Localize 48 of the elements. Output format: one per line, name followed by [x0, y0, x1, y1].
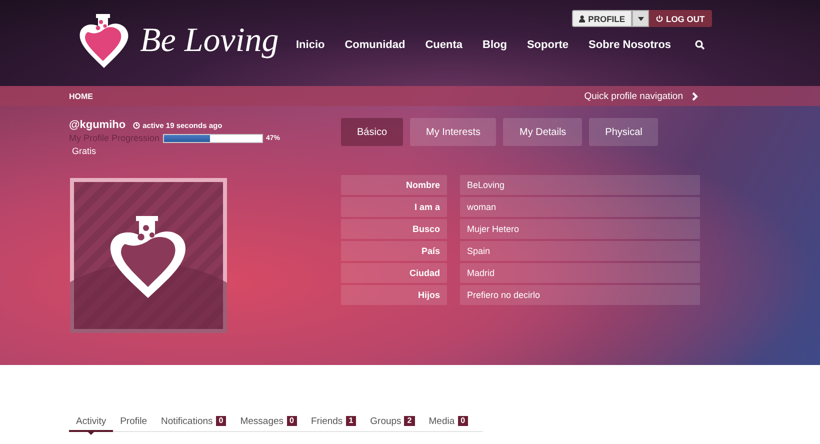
person-icon	[579, 14, 586, 22]
quick-nav-link[interactable]: Quick profile navigation	[584, 90, 698, 102]
count-badge: 0	[286, 416, 297, 426]
field-label: País	[341, 241, 447, 261]
count-badge: 0	[216, 416, 226, 426]
count-badge: 2	[404, 416, 415, 426]
field-value: Mujer Hetero	[460, 219, 700, 239]
profile-section-tab[interactable]: Friends 1	[304, 411, 364, 431]
field-label: Nombre	[341, 175, 447, 195]
profile-section-tab[interactable]: Groups 2	[363, 411, 422, 431]
field-value: BeLoving	[460, 175, 700, 195]
profile-section-tab[interactable]: Profile	[113, 411, 154, 431]
dropdown-button[interactable]	[632, 10, 649, 27]
section-tab[interactable]: Básico	[341, 118, 404, 146]
nav-link[interactable]: Blog	[482, 39, 507, 51]
nav-link[interactable]: Cuenta	[425, 39, 463, 51]
field-label: I am a	[341, 197, 447, 217]
field-value: Madrid	[460, 263, 700, 283]
profile-section-tab[interactable]: Media 0	[422, 411, 476, 431]
search-icon[interactable]	[695, 40, 706, 50]
field-label: Busco	[341, 219, 447, 239]
nav-link[interactable]: Inicio	[296, 39, 325, 51]
nav-link[interactable]: Sobre Nosotros	[588, 39, 672, 51]
logout-button[interactable]: LOG OUT	[649, 10, 712, 27]
progress-label: My Profile Progression	[69, 133, 160, 143]
section-tab[interactable]: My Details	[503, 118, 582, 146]
field-label: Ciudad	[341, 263, 447, 283]
membership-plan: Gratis	[72, 146, 98, 156]
profile-section-tab[interactable]: Messages 0	[233, 411, 304, 431]
count-badge: 0	[458, 416, 468, 426]
profile-section-tab[interactable]: Notifications 0	[154, 411, 234, 431]
section-tab[interactable]: Physical	[589, 118, 658, 146]
profile-button[interactable]: PROFILE	[572, 10, 632, 27]
field-value: Prefiero no decirlo	[460, 285, 700, 305]
chevron-right-icon	[692, 92, 698, 100]
username: @kgumiho	[69, 119, 126, 131]
caret-icon	[638, 16, 644, 20]
clock-icon	[132, 122, 140, 128]
count-badge: 1	[346, 416, 356, 426]
nav-link[interactable]: Comunidad	[344, 39, 406, 51]
field-value: Spain	[460, 241, 700, 261]
field-label: Hijos	[341, 285, 447, 305]
breadcrumb-home[interactable]: HOME	[69, 92, 93, 100]
nav-link[interactable]: Soporte	[526, 39, 569, 51]
field-value: woman	[460, 197, 700, 217]
logo-text: Be Loving	[140, 22, 279, 60]
power-icon	[656, 15, 663, 22]
section-tab[interactable]: My Interests	[410, 118, 496, 146]
